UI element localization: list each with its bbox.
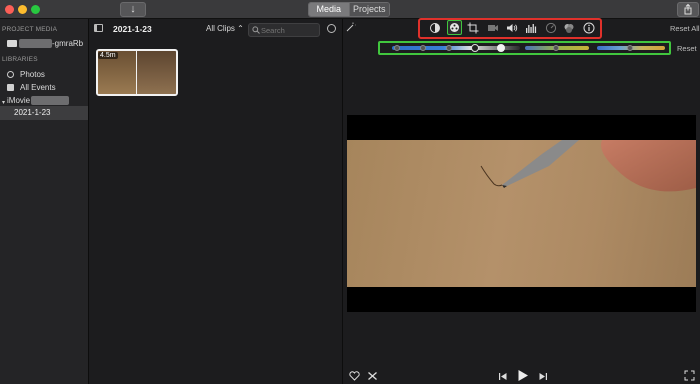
project-name-suffix[interactable]: -gmraRb <box>52 39 83 48</box>
temperature-handle[interactable] <box>627 45 633 51</box>
contrast-marker-icon[interactable] <box>471 44 479 52</box>
clip-duration-badge: 4.5m <box>98 52 118 59</box>
brightness-handle[interactable] <box>420 45 426 51</box>
tab-media[interactable]: Media <box>309 3 349 16</box>
color-balance-icon[interactable] <box>429 22 441 34</box>
highlights-handle[interactable] <box>497 44 505 52</box>
sidebar-item-photos[interactable]: Photos <box>20 70 45 79</box>
shadows-handle[interactable] <box>394 45 400 51</box>
library-name-redacted <box>31 96 69 105</box>
browser-settings-icon[interactable] <box>327 24 336 33</box>
clip-filter-icon[interactable] <box>563 22 575 34</box>
saturation-handle[interactable] <box>553 45 559 51</box>
favorite-heart-icon[interactable] <box>349 371 360 381</box>
color-correction-button[interactable] <box>447 20 462 35</box>
zoom-window-button[interactable] <box>31 5 40 14</box>
stabilization-icon[interactable] <box>487 22 499 34</box>
sidebar-item-event[interactable]: 2021-1-23 <box>14 108 50 117</box>
media-projects-toggle: Media Projects <box>308 2 390 17</box>
pencil-hand-image <box>480 140 696 192</box>
event-title: 2021-1-23 <box>113 24 152 34</box>
color-correction-icon <box>450 23 459 32</box>
volume-icon[interactable] <box>506 22 518 34</box>
share-icon <box>684 3 692 15</box>
play-icon[interactable] <box>517 369 529 382</box>
libraries-header: LIBRARIES <box>2 56 38 63</box>
disclosure-triangle-icon[interactable]: ▾ <box>2 99 5 106</box>
search-field[interactable] <box>248 23 320 37</box>
magic-wand-icon[interactable] <box>346 22 356 32</box>
noise-reduction-icon[interactable] <box>525 22 537 34</box>
tab-projects[interactable]: Projects <box>348 3 389 16</box>
reset-button[interactable]: Reset <box>677 44 697 53</box>
thumbnail-frame-2 <box>137 51 176 94</box>
video-preview <box>347 115 696 312</box>
arrow-down-icon: ↓ <box>130 3 136 15</box>
reset-all-button[interactable]: Reset All <box>670 24 700 33</box>
skip-forward-icon[interactable] <box>538 372 548 381</box>
minimize-window-button[interactable] <box>18 5 27 14</box>
import-button[interactable]: ↓ <box>120 2 146 17</box>
info-icon[interactable] <box>583 22 595 34</box>
speed-icon[interactable] <box>545 22 557 34</box>
contrast-handle[interactable] <box>446 45 452 51</box>
clip-filter-dropdown[interactable]: All Clips ⌃ <box>206 24 244 33</box>
crop-icon[interactable] <box>467 22 479 34</box>
sidebar-item-all-events[interactable]: All Events <box>20 83 56 92</box>
skip-back-icon[interactable] <box>498 372 508 381</box>
close-window-button[interactable] <box>5 5 14 14</box>
share-button[interactable] <box>677 2 699 17</box>
photos-icon <box>7 71 14 78</box>
search-input[interactable] <box>261 24 316 36</box>
search-icon <box>252 26 260 34</box>
project-icon <box>7 40 17 47</box>
project-media-header: PROJECT MEDIA <box>2 26 58 33</box>
fullscreen-icon[interactable] <box>684 370 695 381</box>
reject-icon[interactable] <box>367 371 378 381</box>
sidebar-toggle-icon[interactable] <box>94 24 103 32</box>
project-name-redacted <box>19 39 52 48</box>
all-events-icon <box>7 84 14 91</box>
library-name[interactable]: iMovie <box>7 96 30 105</box>
